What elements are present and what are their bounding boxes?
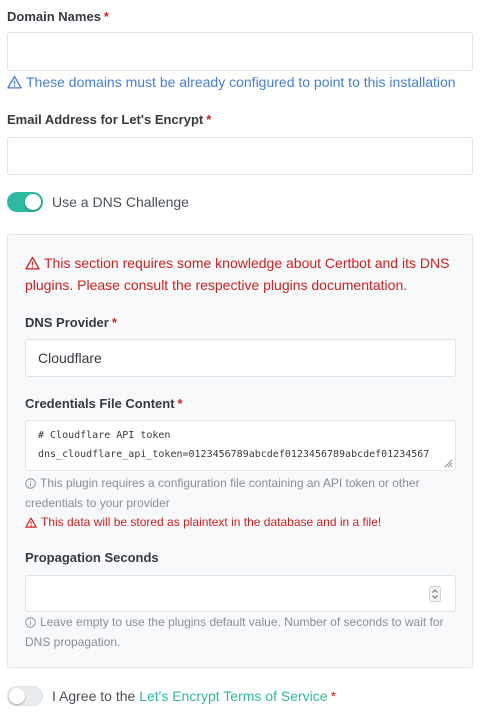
domain-names-hint-text: These domains must be already configured… (26, 74, 456, 90)
email-label-text: Email Address for Let's Encrypt (7, 112, 204, 127)
required-mark: * (177, 396, 183, 411)
toggle-knob (25, 194, 41, 210)
propagation-input[interactable] (25, 575, 456, 612)
dns-provider-label-text: DNS Provider (25, 315, 109, 330)
info-circle-icon (25, 616, 36, 628)
agree-prefix: I Agree to the (52, 688, 136, 704)
credentials-info-line2: credentials to your provider (25, 496, 170, 510)
propagation-info-line1: Leave empty to use the plugins default v… (40, 615, 444, 629)
required-mark: * (206, 112, 212, 127)
domain-names-label: Domain Names * (7, 9, 109, 24)
dns-section-warning: This section requires some knowledge abo… (25, 252, 449, 296)
propagation-info: Leave empty to use the plugins default v… (25, 612, 465, 652)
credentials-info: This plugin requires a configuration fil… (25, 473, 465, 513)
dns-provider-select[interactable]: Cloudflare (25, 339, 456, 377)
toggle-knob (9, 688, 25, 704)
required-mark: * (330, 688, 337, 704)
terms-of-service-link[interactable]: Let's Encrypt Terms of Service (139, 688, 327, 704)
warning-triangle-icon (25, 517, 37, 528)
dns-challenge-section: This section requires some knowledge abo… (7, 234, 473, 668)
credentials-info-line1: This plugin requires a configuration fil… (40, 476, 420, 490)
dns-provider-label: DNS Provider * (25, 315, 117, 330)
info-circle-icon (25, 477, 36, 489)
dns-section-warning-line2: plugins. Please consult the respective p… (25, 277, 408, 293)
domain-names-label-text: Domain Names (7, 9, 101, 24)
domain-names-input[interactable] (7, 32, 473, 71)
dns-challenge-label: Use a DNS Challenge (52, 194, 189, 210)
credentials-label: Credentials File Content * (25, 396, 183, 411)
email-label: Email Address for Let's Encrypt * (7, 112, 211, 127)
credentials-warning: This data will be stored as plaintext in… (25, 515, 381, 529)
number-spinner-icon[interactable] (429, 586, 441, 602)
domain-names-hint: These domains must be already configured… (7, 74, 456, 90)
required-mark: * (103, 9, 109, 24)
credentials-line-1: # Cloudflare API token (38, 430, 171, 441)
warning-triangle-icon (7, 75, 22, 89)
credentials-textarea[interactable]: # Cloudflare API token dns_cloudflare_ap… (25, 420, 456, 471)
email-input[interactable] (7, 137, 473, 175)
agree-terms-label: I Agree to the Let's Encrypt Terms of Se… (52, 688, 336, 704)
required-mark: * (111, 315, 117, 330)
propagation-label: Propagation Seconds (25, 550, 159, 565)
propagation-info-line2: DNS propagation. (25, 635, 121, 649)
dns-section-warning-line1: This section requires some knowledge abo… (44, 255, 450, 271)
warning-triangle-icon (25, 256, 40, 270)
credentials-warning-text: This data will be stored as plaintext in… (41, 515, 382, 529)
resize-handle-icon[interactable] (443, 458, 453, 468)
dns-challenge-toggle[interactable] (7, 192, 43, 212)
dns-provider-value: Cloudflare (38, 350, 102, 366)
agree-terms-toggle[interactable] (7, 686, 43, 706)
credentials-line-2: dns_cloudflare_api_token=0123456789abcde… (38, 449, 430, 460)
credentials-label-text: Credentials File Content (25, 396, 175, 411)
